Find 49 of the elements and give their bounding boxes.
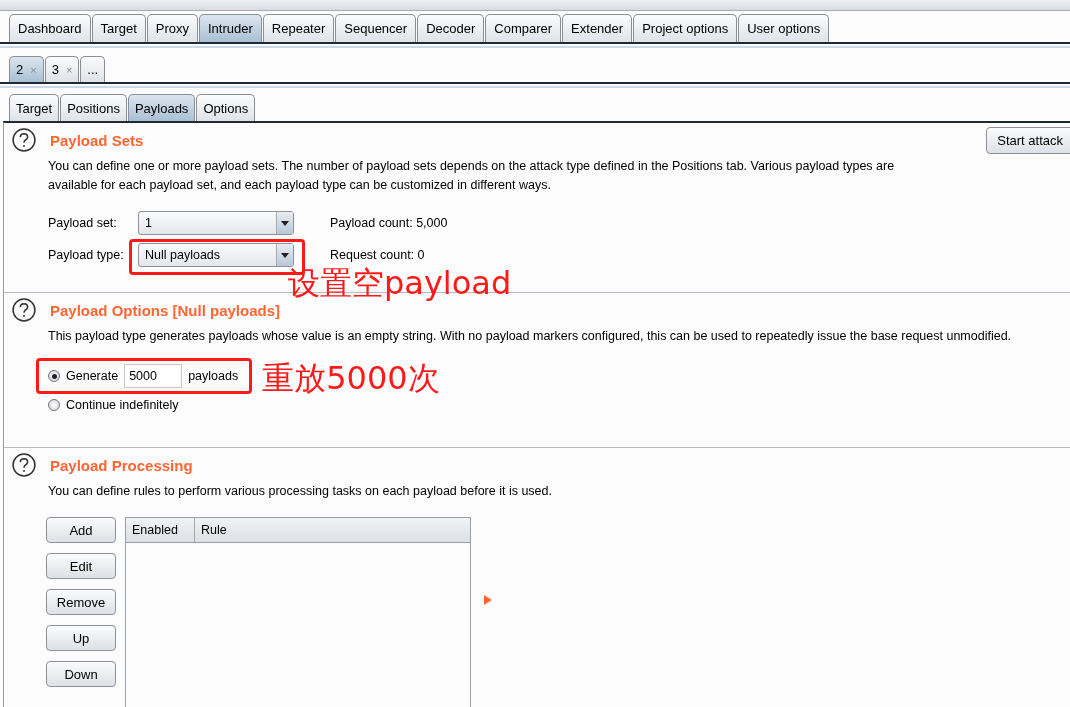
help-icon[interactable] — [12, 298, 36, 322]
field-label: Payload type: — [48, 248, 125, 262]
rule-button[interactable]: Add — [46, 517, 116, 543]
tab[interactable]: Positions — [60, 94, 127, 121]
radio-button[interactable] — [48, 370, 60, 382]
request-count-text: Request count: 0 — [330, 248, 426, 262]
section-description: You can define one or more payload sets. The number of payload sets depends on the attack type defined in the Positions tab. Various payload types are available for each payload set, and each payload type can be customized in different ways. — [48, 158, 896, 194]
tab[interactable]: Project options — [633, 14, 738, 42]
payload-set-dropdown[interactable]: 1 — [138, 211, 294, 235]
tab[interactable]: Comparer — [485, 14, 562, 42]
tab[interactable]: Options — [196, 94, 256, 121]
start-attack-button[interactable]: Start attack — [986, 126, 1070, 154]
field-label: Payload set: — [48, 216, 118, 230]
tab[interactable]: Target — [9, 94, 60, 121]
radio-button[interactable] — [48, 399, 60, 411]
rule-button[interactable]: Down — [46, 661, 116, 687]
option-label: payloads — [188, 369, 239, 383]
section-description: This payload type generates payloads whose value is an empty string. With no payload markers configured, this can be used to repeatedly issue the base request unmodified. — [48, 328, 1013, 345]
rule-button[interactable]: Up — [46, 625, 116, 651]
help-icon[interactable] — [12, 128, 36, 152]
tab[interactable]: 3 × — [44, 56, 80, 82]
tab[interactable]: ... — [80, 56, 106, 82]
section-title: Payload Options [Null payloads] — [50, 301, 281, 319]
rule-button[interactable]: Remove — [46, 589, 116, 615]
tab[interactable]: Proxy — [146, 14, 198, 42]
rule-button[interactable]: Edit — [46, 553, 116, 579]
payload-type-dropdown[interactable]: Null payloads — [138, 243, 294, 267]
tab[interactable]: Sequencer — [335, 14, 417, 42]
option-label: Continue indefinitely — [66, 398, 179, 412]
tab[interactable]: Extender — [562, 14, 633, 42]
payload-count-input[interactable]: 5000 — [124, 364, 183, 388]
column-header[interactable]: Rule — [195, 518, 227, 542]
annotation-text: 重放5000次 — [262, 362, 440, 394]
column-header[interactable]: Enabled — [126, 518, 195, 542]
help-icon[interactable] — [12, 453, 36, 477]
tab[interactable]: Repeater — [262, 14, 335, 42]
payload-count-text: Payload count: 5,000 — [330, 216, 449, 230]
tab[interactable]: User options — [738, 14, 830, 42]
tab[interactable]: Intruder — [199, 14, 262, 42]
section-title: Payload Sets — [50, 131, 144, 149]
expand-arrow-icon[interactable] — [484, 595, 492, 605]
tab[interactable]: Dashboard — [9, 14, 91, 42]
tab[interactable]: 2 × — [9, 56, 44, 82]
section-title: Payload Processing — [50, 456, 193, 474]
section-description: You can define rules to perform various processing tasks on each payload before it is used. — [48, 483, 553, 500]
option-label: Generate — [66, 369, 119, 383]
tab[interactable]: Target — [91, 14, 146, 42]
tab[interactable]: Payloads — [127, 94, 196, 121]
tab[interactable]: Decoder — [417, 14, 485, 42]
